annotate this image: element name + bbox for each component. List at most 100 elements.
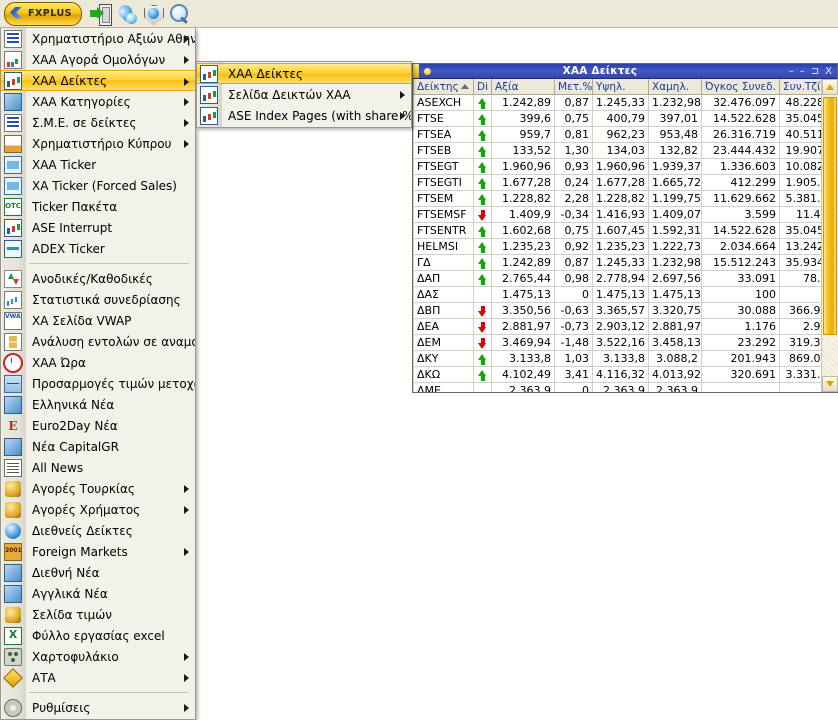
table-row[interactable]: ΓΔ 1.242,89 0,87 1.245,33 1.232,98 15.512.243… xyxy=(413,254,837,271)
column-header-high[interactable]: Υψηλ. xyxy=(592,79,649,95)
menu-item-22[interactable]: Αγορές Χρήματος xyxy=(1,499,195,520)
table-row[interactable]: ΔΕΑ 2.881,97 -0,73 2.903,12 2.881,97 1.176 2.9… xyxy=(413,318,837,335)
menu-item-2[interactable]: ΧΑΑ Δείκτες xyxy=(1,70,195,91)
cell-value: 1.242,89 xyxy=(491,94,555,111)
maximize-button[interactable]: ⊐ xyxy=(811,66,819,77)
water-drop-icon[interactable] xyxy=(115,1,139,26)
menu-item-3[interactable]: ΧΑΑ Κατηγορίες xyxy=(1,91,195,112)
menu-item-27[interactable]: Σελίδα τιμών xyxy=(1,604,195,625)
menu-item-2[interactable]: ASE Index Pages (with share %) xyxy=(197,105,411,126)
menu-item-label: Χαρτοφυλάκιο xyxy=(32,649,119,664)
menu-item-7[interactable]: ΧΑ Ticker (Forced Sales) xyxy=(1,175,195,196)
menu-item-20[interactable]: All News xyxy=(1,457,195,478)
excel-worksheet-icon xyxy=(1,625,25,646)
menu-item-5[interactable]: Χρηματιστήριο Κύπρου xyxy=(1,133,195,154)
menu-item-28[interactable]: Φύλλο εργασίας excel xyxy=(1,625,195,646)
shield-icon[interactable] xyxy=(141,2,165,26)
menu-item-4[interactable]: Σ.Μ.Ε. σε δείκτες xyxy=(1,112,195,133)
menu-item-31[interactable]: Ρυθμίσεις xyxy=(1,697,195,718)
exit-door-icon[interactable] xyxy=(89,2,113,26)
menu-item-11[interactable]: Ανοδικές/Καθοδικές xyxy=(1,268,195,289)
window-title-bar[interactable]: ΧΑΑ Δείκτες – – ⊐ X xyxy=(413,64,837,79)
international-news-icon xyxy=(1,562,25,583)
cell-volume: 14.522.628 xyxy=(701,110,780,127)
table-row[interactable]: ΔΜΕ 2.363,9 0 2.363,9 2.363,9 xyxy=(413,382,837,392)
menu-item-10[interactable]: ADEX Ticker xyxy=(1,238,195,259)
scroll-down-button[interactable] xyxy=(822,376,838,392)
column-header-change_pct[interactable]: Μετ.% xyxy=(554,79,593,95)
menu-item-21[interactable]: Αγορές Τουρκίας xyxy=(1,478,195,499)
menu-item-14[interactable]: Ανάλυση εντολών σε αναμονή xyxy=(1,331,195,352)
table-row[interactable]: FTSENTR 1.602,68 0,75 1.607,45 1.592,31 14.52… xyxy=(413,222,837,239)
menu-item-15[interactable]: ΧΑΑ Ώρα xyxy=(1,352,195,373)
column-header-dir[interactable]: Di xyxy=(473,79,492,95)
menu-item-30[interactable]: ΑΤΑ xyxy=(1,667,195,688)
column-header-symbol[interactable]: Δείκτης xyxy=(413,79,474,95)
menu-item-18[interactable]: E Euro2Day Νέα xyxy=(1,415,195,436)
magnifier-icon[interactable] xyxy=(167,2,191,26)
cell-low: 1.232,98 xyxy=(648,254,702,271)
menu-item-1[interactable]: ΧΑΑ Αγορά Ομολόγων xyxy=(1,49,195,70)
column-header-low[interactable]: Χαμηλ. xyxy=(648,79,702,95)
menu-item-1[interactable]: Σελίδα Δεικτών ΧΑΑ xyxy=(197,84,411,105)
cell-volume: 412.299 xyxy=(701,174,780,191)
cell-value: 1.228,82 xyxy=(491,190,555,207)
column-header-value[interactable]: Αξία xyxy=(491,79,555,95)
menu-item-19[interactable]: Νέα CapitalGR xyxy=(1,436,195,457)
table-row[interactable]: ΔΕΜ 3.469,94 -1,48 3.522,16 3.458,13 23.292 31… xyxy=(413,334,837,351)
table-row[interactable]: FTSEB 133,52 1,30 134,03 132,82 23.444.432 19.… xyxy=(413,142,837,159)
menu-item-6[interactable]: ΧΑΑ Ticker xyxy=(1,154,195,175)
arrow-up-icon xyxy=(478,113,487,125)
menu-item-0[interactable]: Χρηματιστήριο Αξιών Αθηνών xyxy=(1,28,195,49)
table-row[interactable]: FTSE 399,6 0,75 400,79 397,01 14.522.628 35.04… xyxy=(413,110,837,127)
table-row[interactable]: ΔΑΠ 2.765,44 0,98 2.778,94 2.697,56 33.091 78.… xyxy=(413,270,837,287)
cell-direction xyxy=(473,254,492,271)
menu-item-17[interactable]: Ελληνικά Νέα xyxy=(1,394,195,415)
cell-volume: 30.088 xyxy=(701,302,780,319)
logo-text: FXPLUS xyxy=(27,8,73,19)
all-news-icon xyxy=(1,457,25,478)
table-row[interactable]: ΔΑΣ1.475,1301.475,131.475,13100140 xyxy=(413,286,837,303)
adex-ticker-icon-glyph xyxy=(4,239,22,258)
table-row[interactable]: ΔΒΠ 3.350,56 -0,63 3.365,57 3.320,75 30.088 36… xyxy=(413,302,837,319)
cell-high: 1.245,33 xyxy=(592,94,649,111)
table-row[interactable]: ΔΚΩ 4.102,49 3,41 4.116,32 4.013,92 320.691 3.… xyxy=(413,366,837,383)
table-row[interactable]: ΔΚΥ 3.133,8 1,03 3.133,8 3.088,2 201.943 869.0… xyxy=(413,350,837,367)
menu-item-12[interactable]: Στατιστικά συνεδρίασης xyxy=(1,289,195,310)
menu-item-16[interactable]: Προσαρμογές τιμών μετοχών xyxy=(1,373,195,394)
close-button[interactable]: X xyxy=(825,66,832,77)
table-row[interactable]: FTSEGTI 1.677,28 0,24 1.677,28 1.665,72 412.2… xyxy=(413,174,837,191)
indices-table: Δείκτης Di Αξία Μετ.% Υψηλ. Χαμηλ. Όγκος Συνεδ… xyxy=(413,79,837,392)
vertical-scrollbar[interactable] xyxy=(821,79,838,392)
table-row[interactable]: FTSEGT 1.960,96 0,93 1.960,96 1.939,37 1.336.… xyxy=(413,158,837,175)
table-row[interactable]: ASEXCH 1.242,89 0,87 1.245,33 1.232,98 32.476… xyxy=(413,94,837,111)
scroll-up-button[interactable] xyxy=(822,79,838,95)
table-row[interactable]: FTSEA 959,7 0,81 962,23 953,48 26.316.719 40.5… xyxy=(413,126,837,143)
table-row[interactable]: FTSEMSF 1.409,9 -0,34 1.416,93 1.409,07 3.599… xyxy=(413,206,837,223)
menu-item-0[interactable]: ΧΑΑ Δείκτες xyxy=(197,63,411,84)
scrollbar-thumb[interactable] xyxy=(823,97,837,335)
window-controls[interactable]: – – ⊐ X xyxy=(789,66,832,77)
menu-item-24[interactable]: 2001 Foreign Markets xyxy=(1,541,195,562)
menu-item-8[interactable]: OTC Ticker Πακέτα xyxy=(1,196,195,217)
menu-item-label: ΧΑ Σελίδα VWAP xyxy=(32,313,132,328)
table-row[interactable]: HELMSI 1.235,23 0,92 1.235,23 1.222,73 2.034.… xyxy=(413,238,837,255)
menu-item-label: Αγορές Χρήματος xyxy=(32,502,141,517)
menu-item-23[interactable]: Διεθνείς Δείκτες xyxy=(1,520,195,541)
restore-button[interactable]: – xyxy=(800,66,805,77)
cell-high: 1.416,93 xyxy=(592,206,649,223)
forced-sales-ticker-icon-glyph xyxy=(4,176,22,195)
menu-separator xyxy=(29,692,189,693)
futures-icon xyxy=(1,112,25,133)
menu-item-29[interactable]: Χαρτοφυλάκιο xyxy=(1,646,195,667)
minimize-button[interactable]: – xyxy=(789,66,794,77)
menu-item-label: ADEX Ticker xyxy=(32,241,105,256)
column-header-volume[interactable]: Όγκος Συνεδ. xyxy=(701,79,780,95)
cell-low: 1.665,72 xyxy=(648,174,702,191)
menu-item-25[interactable]: Διεθνή Νέα xyxy=(1,562,195,583)
table-row[interactable]: FTSEM 1.228,82 2,28 1.228,82 1.199,75 11.629.… xyxy=(413,190,837,207)
menu-item-13[interactable]: VWAP ΧΑ Σελίδα VWAP xyxy=(1,310,195,331)
menu-item-9[interactable]: ASE Interrupt xyxy=(1,217,195,238)
cell-change-pct: 0,75 xyxy=(554,222,593,239)
menu-item-26[interactable]: Αγγλικά Νέα xyxy=(1,583,195,604)
